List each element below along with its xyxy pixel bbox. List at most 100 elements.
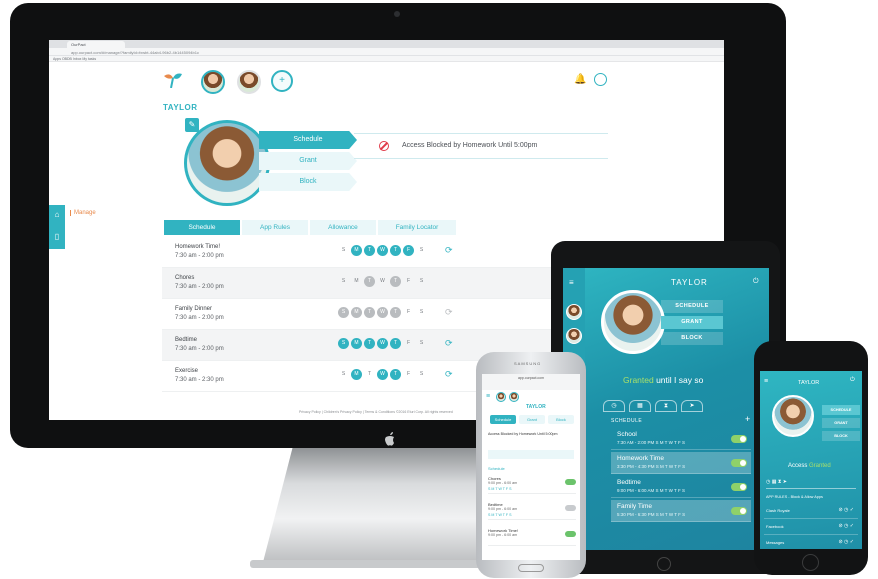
app-rule-icons[interactable]: ⊘ ◷ ✓ [838, 523, 854, 529]
ipad-schedule-row[interactable]: School 7:30 AM - 2:00 PM S M T W T F S [611, 428, 751, 450]
iphone-schedule-option[interactable]: SCHEDULE [822, 405, 860, 415]
day-toggle[interactable]: T [390, 276, 401, 287]
home-icon[interactable]: ⌂ [52, 210, 62, 220]
repeat-icon[interactable]: ⟳ [445, 245, 453, 256]
ipad-tab-schedule-icon[interactable]: ◷ [603, 400, 625, 412]
app-rule-row[interactable]: Clash Royale ⊘ ◷ ✓ [764, 503, 858, 519]
menu-icon[interactable]: ≡ [569, 278, 574, 287]
day-toggle[interactable]: T [364, 245, 375, 256]
power-icon[interactable]: ⏻ [753, 278, 759, 286]
day-toggle[interactable]: T [390, 369, 401, 380]
app-rule-icons[interactable]: ⊘ ◷ ✓ [838, 539, 854, 545]
day-toggle[interactable]: T [364, 369, 375, 380]
app-rule-row[interactable]: Messages ⊘ ◷ ✓ [764, 535, 858, 549]
samsung-schedule-row[interactable]: Chores 9:00 pm - 6:00 am S M T W T F S [488, 474, 576, 494]
day-toggle[interactable]: S [416, 276, 427, 287]
tab-app-rules[interactable]: App Rules [242, 220, 308, 235]
add-child-icon[interactable]: + [271, 70, 293, 92]
ipad-tab-locator-icon[interactable]: ➤ [681, 400, 703, 412]
repeat-icon[interactable]: ⟳ [445, 307, 453, 318]
ipad-schedule-toggle[interactable] [731, 483, 747, 491]
bell-icon[interactable]: 🔔 [574, 74, 586, 86]
day-toggle[interactable]: W [377, 338, 388, 349]
day-toggle[interactable]: M [351, 338, 362, 349]
samsung-child-avatar-1[interactable] [496, 392, 506, 402]
day-toggle[interactable]: W [377, 276, 388, 287]
day-toggle[interactable]: F [403, 307, 414, 318]
tab-schedule[interactable]: Schedule [164, 220, 240, 235]
day-toggle[interactable]: M [351, 276, 362, 287]
day-toggle[interactable]: S [338, 338, 349, 349]
iphone-tabs[interactable]: ◷ ▦ ⧗ ➤ [766, 479, 856, 489]
samsung-home-button[interactable] [518, 564, 544, 572]
day-toggle[interactable]: F [403, 276, 414, 287]
ipad-child-avatar-1[interactable] [566, 304, 582, 320]
ipad-schedule-row[interactable]: Family Time 5:30 PM - 6:30 PM S M T W T F… [611, 500, 751, 522]
day-toggle[interactable]: T [390, 245, 401, 256]
day-toggle[interactable]: T [364, 338, 375, 349]
app-rule-icons[interactable]: ⊘ ◷ ✓ [838, 507, 854, 513]
ipad-schedule-option[interactable]: SCHEDULE [661, 300, 723, 313]
ipad-block-option[interactable]: BLOCK [661, 332, 723, 345]
samsung-schedule-row[interactable]: Bedtime 9:00 pm - 6:00 am S M T W T F S [488, 500, 576, 520]
samsung-schedule-toggle[interactable] [565, 531, 576, 537]
device-icon[interactable]: ▯ [52, 232, 62, 242]
samsung-schedule-row[interactable]: Homework Time! 9:00 pm - 6:00 am [488, 526, 576, 546]
day-toggle[interactable]: S [338, 307, 349, 318]
child-avatar-2[interactable] [237, 70, 261, 94]
ipad-tab-apps-icon[interactable]: ▦ [629, 400, 651, 412]
ipad-schedule-toggle[interactable] [731, 459, 747, 467]
grant-option[interactable]: Grant [259, 152, 357, 170]
iphone-menu-icon[interactable]: ≡ [764, 378, 768, 385]
day-toggle[interactable]: W [377, 307, 388, 318]
child-avatar-taylor[interactable] [201, 70, 225, 94]
day-toggle[interactable]: T [364, 307, 375, 318]
account-icon[interactable] [594, 73, 607, 86]
day-toggle[interactable]: M [351, 307, 362, 318]
sidebar-item-manage[interactable]: Manage [70, 210, 96, 216]
day-toggle[interactable]: M [351, 369, 362, 380]
bookmarks-bar[interactable]: Apps OBDB Inbox My tasks [49, 56, 724, 62]
samsung-child-avatar-2[interactable] [509, 392, 519, 402]
app-rule-row[interactable]: Facebook ⊘ ◷ ✓ [764, 519, 858, 535]
day-toggle[interactable]: S [416, 338, 427, 349]
browser-tab[interactable]: OurPact [67, 41, 125, 48]
day-toggle[interactable]: S [416, 369, 427, 380]
iphone-power-icon[interactable]: ⏻ [850, 377, 855, 384]
samsung-schedule-toggle[interactable] [565, 505, 576, 511]
day-toggle[interactable]: M [351, 245, 362, 256]
samsung-schedule-option[interactable]: Schedule [490, 415, 516, 424]
ipad-add-icon[interactable]: + [745, 414, 750, 424]
samsung-block-option[interactable]: Block [548, 415, 574, 424]
day-toggle[interactable]: T [364, 276, 375, 287]
day-toggle[interactable]: F [403, 338, 414, 349]
schedule-option[interactable]: Schedule [259, 131, 357, 149]
samsung-url[interactable]: app.ourpact.com [482, 374, 580, 390]
samsung-menu-icon[interactable]: ≡ [486, 393, 490, 400]
ipad-child-avatar-2[interactable] [566, 328, 582, 344]
samsung-grant-option[interactable]: Grant [519, 415, 545, 424]
day-toggle[interactable]: F [403, 245, 414, 256]
ipad-grant-option[interactable]: GRANT [661, 316, 723, 329]
repeat-icon[interactable]: ⟳ [445, 369, 453, 380]
tab-allowance[interactable]: Allowance [310, 220, 376, 235]
day-toggle[interactable]: T [390, 307, 401, 318]
edit-icon[interactable]: ✎ [185, 118, 199, 132]
ipad-schedule-row[interactable]: Homework Time 3:30 PM - 4:30 PM S M T W T… [611, 452, 751, 474]
iphone-block-option[interactable]: BLOCK [822, 431, 860, 441]
block-option[interactable]: Block [259, 173, 357, 191]
ipad-schedule-toggle[interactable] [731, 435, 747, 443]
day-toggle[interactable]: S [338, 369, 349, 380]
ipad-tab-allowance-icon[interactable]: ⧗ [655, 400, 677, 412]
ipad-home-button[interactable] [657, 557, 671, 571]
iphone-grant-option[interactable]: GRANT [822, 418, 860, 428]
day-toggle[interactable]: S [416, 307, 427, 318]
repeat-icon[interactable]: ⟳ [445, 338, 453, 349]
day-toggle[interactable]: F [403, 369, 414, 380]
day-toggle[interactable]: S [338, 276, 349, 287]
ipad-schedule-row[interactable]: Bedtime 9:00 PM - 6:00 AM S M T W T F S [611, 476, 751, 498]
day-toggle[interactable]: W [377, 369, 388, 380]
day-toggle[interactable]: S [416, 245, 427, 256]
tab-family-locator[interactable]: Family Locator [378, 220, 456, 235]
day-toggle[interactable]: T [390, 338, 401, 349]
